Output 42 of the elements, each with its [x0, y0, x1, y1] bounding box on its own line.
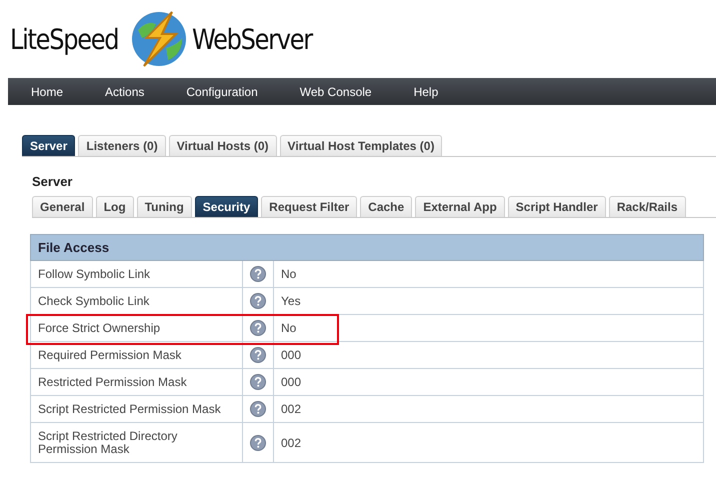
tab[interactable]: Request Filter — [261, 196, 358, 217]
table-cell: No — [274, 260, 704, 288]
table-cell: Script Restricted Permission Mask — [30, 396, 242, 422]
tab[interactable]: Tuning — [136, 196, 192, 217]
table-cell: 000 — [274, 368, 704, 396]
table-cell: 002 — [274, 422, 704, 462]
logo-text: LiteSpeed — [10, 22, 118, 56]
help-icon[interactable] — [250, 320, 266, 336]
table-cell: Follow Symbolic Link — [30, 260, 242, 288]
table-header: File Access — [30, 234, 704, 260]
logo-text: WebServer — [192, 22, 312, 56]
table-cell: 002 — [274, 396, 704, 422]
tab[interactable]: Log — [96, 196, 134, 217]
help-icon[interactable] — [250, 434, 266, 450]
nav-item[interactable]: Home — [31, 84, 64, 98]
section-title: Server — [32, 174, 74, 191]
tab[interactable]: Virtual Hosts (0) — [168, 135, 277, 156]
tab[interactable]: General — [32, 196, 93, 217]
table-cell: 000 — [274, 342, 704, 368]
table-cell: Script Restricted Directory Permission Mask — [30, 422, 242, 462]
help-icon[interactable] — [250, 266, 266, 282]
tab[interactable]: External App — [415, 196, 505, 217]
tab[interactable]: Server — [22, 135, 76, 156]
nav-item[interactable]: Configuration — [186, 84, 258, 98]
help-icon[interactable] — [250, 293, 266, 309]
tab[interactable]: Security — [194, 196, 258, 217]
table-cell: Force Strict Ownership — [30, 314, 242, 342]
table-cell: No — [274, 314, 704, 342]
tab[interactable]: Script Handler — [508, 196, 606, 217]
nav-item[interactable]: Help — [414, 84, 438, 98]
table-cell: Check Symbolic Link — [30, 288, 242, 314]
table-cell: Required Permission Mask — [30, 342, 242, 368]
table-cell: Restricted Permission Mask — [30, 368, 242, 396]
tab[interactable]: Cache — [360, 196, 412, 217]
help-icon[interactable] — [250, 374, 266, 390]
tab[interactable]: Listeners (0) — [78, 135, 166, 156]
help-icon[interactable] — [250, 347, 266, 363]
tab[interactable]: Rack/Rails — [608, 196, 686, 217]
tab[interactable]: Virtual Host Templates (0) — [280, 135, 442, 156]
nav-item[interactable]: Actions — [105, 84, 144, 98]
help-icon[interactable] — [250, 401, 266, 417]
nav-item[interactable]: Web Console — [300, 84, 372, 98]
